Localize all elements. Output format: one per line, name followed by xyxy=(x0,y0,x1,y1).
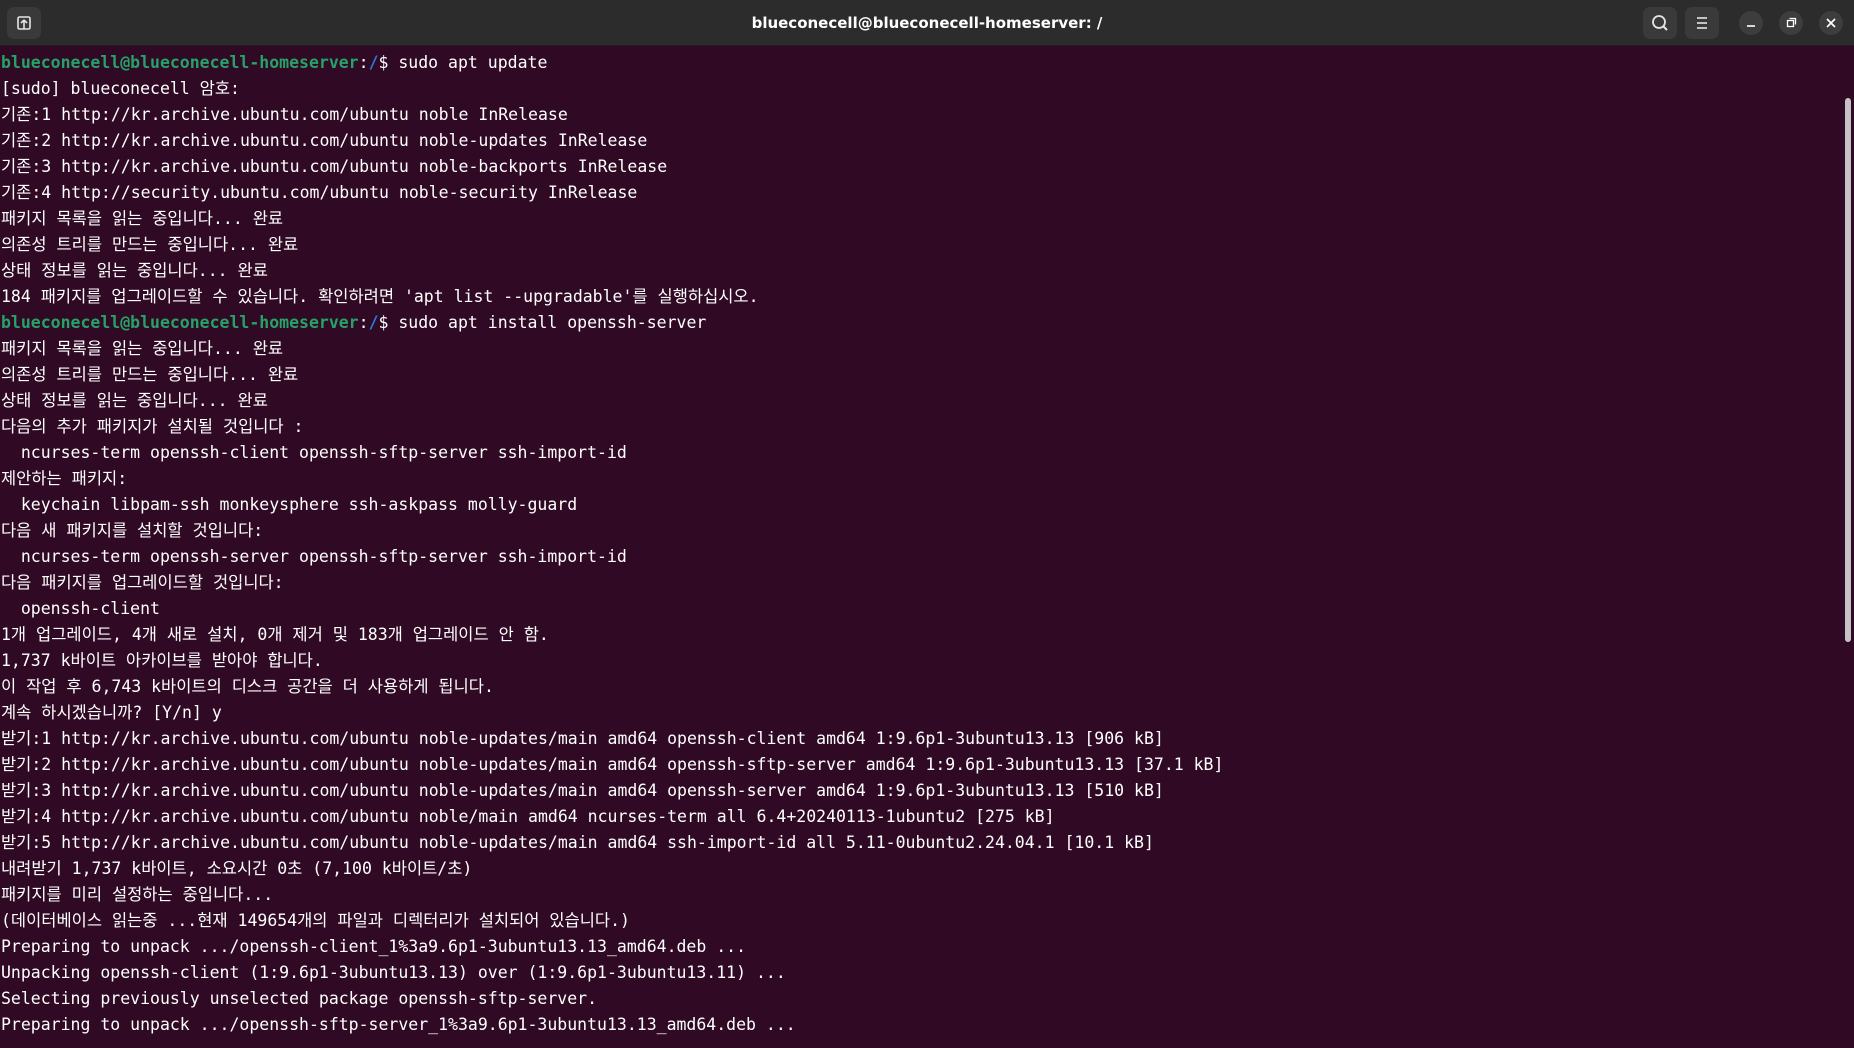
minimize-icon xyxy=(1747,25,1755,27)
title-bar[interactable]: blueconecell@blueconecell-homeserver: / xyxy=(0,0,1854,46)
output-line: keychain libpam-ssh monkeysphere ssh-ask… xyxy=(1,495,578,514)
prompt-path: / xyxy=(368,313,379,332)
prompt-user-host: blueconecell@blueconecell-homeserver xyxy=(1,313,359,332)
terminal-window: blueconecell@blueconecell-homeserver: / xyxy=(0,0,1854,1048)
search-button[interactable] xyxy=(1643,7,1677,39)
scrollbar-thumb[interactable] xyxy=(1845,98,1851,642)
close-icon xyxy=(1826,18,1836,28)
close-button[interactable] xyxy=(1819,11,1843,35)
maximize-button[interactable] xyxy=(1779,11,1803,35)
output-line: 패키지를 미리 설정하는 중입니다... xyxy=(1,885,274,904)
output-line: 패키지 목록을 읽는 중입니다... 완료 xyxy=(1,209,284,228)
prompt-separator: : xyxy=(358,53,369,72)
output-line: 받기:2 http://kr.archive.ubuntu.com/ubuntu… xyxy=(1,755,1224,774)
scrollbar[interactable] xyxy=(1842,46,1854,1048)
output-line: openssh-client xyxy=(1,599,160,618)
terminal-output[interactable]: blueconecell@blueconecell-homeserver:/$ … xyxy=(0,46,1846,1048)
prompt-separator: : xyxy=(358,313,369,332)
output-line: 상태 정보를 읽는 중입니다... 완료 xyxy=(1,261,268,280)
output-line: Preparing to unpack .../openssh-client_1… xyxy=(1,937,747,956)
prompt-line: blueconecell@blueconecell-homeserver:/$ … xyxy=(0,310,1846,336)
output-line: 상태 정보를 읽는 중입니다... 완료 xyxy=(1,391,268,410)
output-line: 다음 패키지를 업그레이드할 것입니다: xyxy=(1,573,284,592)
output-line: 패키지 목록을 읽는 중입니다... 완료 xyxy=(1,339,284,358)
prompt-user-host: blueconecell@blueconecell-homeserver xyxy=(1,53,359,72)
command-text: $ sudo apt update xyxy=(378,53,548,72)
output-line: 받기:4 http://kr.archive.ubuntu.com/ubuntu… xyxy=(1,807,1055,826)
output-line: 계속 하시겠습니까? [Y/n] y xyxy=(1,703,222,722)
search-icon xyxy=(1652,15,1668,31)
new-tab-icon xyxy=(17,16,31,30)
output-line: 받기:5 http://kr.archive.ubuntu.com/ubuntu… xyxy=(1,833,1154,852)
output-line: [sudo] blueconecell 암호: xyxy=(1,79,240,98)
output-line: 다음 새 패키지를 설치할 것입니다: xyxy=(1,521,264,540)
output-line: 기존:3 http://kr.archive.ubuntu.com/ubuntu… xyxy=(1,157,668,176)
menu-button[interactable] xyxy=(1685,7,1719,39)
output-line: Unpacking openssh-client (1:9.6p1-3ubunt… xyxy=(1,963,786,982)
minimize-button[interactable] xyxy=(1739,11,1763,35)
output-line: 기존:2 http://kr.archive.ubuntu.com/ubuntu… xyxy=(1,131,648,150)
output-line: 의존성 트리를 만드는 중입니다... 완료 xyxy=(1,235,299,254)
output-line: ncurses-term openssh-client openssh-sftp… xyxy=(1,443,627,462)
new-tab-button[interactable] xyxy=(7,7,41,39)
output-line: 의존성 트리를 만드는 중입니다... 완료 xyxy=(1,365,299,384)
maximize-icon xyxy=(1786,17,1797,28)
command-text: $ sudo apt install openssh-server xyxy=(378,313,707,332)
output-line: ncurses-term openssh-server openssh-sftp… xyxy=(1,547,627,566)
output-line: Selecting previously unselected package … xyxy=(1,989,598,1008)
hamburger-menu-icon xyxy=(1697,17,1707,29)
output-line: (데이터베이스 읽는중 ...현재 149654개의 파일과 디렉터리가 설치되… xyxy=(1,911,630,930)
prompt-path: / xyxy=(368,53,379,72)
output-line: 기존:4 http://security.ubuntu.com/ubuntu n… xyxy=(1,183,638,202)
output-line: 내려받기 1,737 k바이트, 소요시간 0초 (7,100 k바이트/초) xyxy=(1,859,473,878)
output-line: 1개 업그레이드, 4개 새로 설치, 0개 제거 및 183개 업그레이드 안… xyxy=(1,625,549,644)
output-line: 이 작업 후 6,743 k바이트의 디스크 공간을 더 사용하게 됩니다. xyxy=(1,677,494,696)
output-line: 다음의 추가 패키지가 설치될 것입니다 : xyxy=(1,417,304,436)
output-line: 1,737 k바이트 아카이브를 받아야 합니다. xyxy=(1,651,323,670)
output-line: 받기:3 http://kr.archive.ubuntu.com/ubuntu… xyxy=(1,781,1164,800)
output-line: Preparing to unpack .../openssh-sftp-ser… xyxy=(1,1015,796,1034)
prompt-line: blueconecell@blueconecell-homeserver:/$ … xyxy=(0,50,1846,76)
output-line: 184 패키지를 업그레이드할 수 있습니다. 확인하려면 'apt list … xyxy=(1,287,759,306)
output-line: 받기:1 http://kr.archive.ubuntu.com/ubuntu… xyxy=(1,729,1164,748)
output-line: 기존:1 http://kr.archive.ubuntu.com/ubuntu… xyxy=(1,105,568,124)
window-title: blueconecell@blueconecell-homeserver: / xyxy=(751,14,1103,32)
output-line: 제안하는 패키지: xyxy=(1,469,128,488)
